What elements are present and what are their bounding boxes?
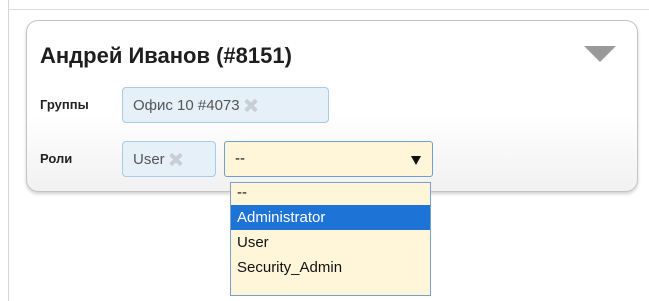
page: Андрей Иванов (#8151) Группы Офис 10 #40… — [0, 0, 649, 301]
role-tag-label: User — [133, 150, 165, 168]
role-select-value: -- — [235, 150, 245, 167]
group-tag: Офис 10 #4073 — [122, 87, 329, 123]
role-dropdown-list: -- Administrator User Security_Admin — [230, 182, 431, 296]
collapse-triangle-icon[interactable] — [584, 46, 616, 62]
groups-label: Группы — [40, 97, 89, 112]
role-tag: User — [122, 141, 216, 177]
remove-x-icon[interactable] — [169, 153, 182, 166]
dropdown-option-administrator[interactable]: Administrator — [231, 205, 430, 230]
group-tag-label: Офис 10 #4073 — [133, 96, 240, 114]
user-name-title: Андрей Иванов (#8151) — [40, 43, 292, 68]
caret-down-icon — [411, 156, 421, 165]
user-card: Андрей Иванов (#8151) Группы Офис 10 #40… — [26, 20, 638, 192]
remove-x-icon[interactable] — [244, 99, 257, 112]
dropdown-option-empty[interactable]: -- — [231, 185, 430, 205]
dropdown-option-security-admin[interactable]: Security_Admin — [231, 255, 430, 280]
page-border-top — [8, 9, 649, 10]
dropdown-option-user[interactable]: User — [231, 230, 430, 255]
page-border-left — [8, 0, 9, 301]
role-select[interactable]: -- — [224, 141, 433, 177]
roles-label: Роли — [40, 151, 73, 166]
